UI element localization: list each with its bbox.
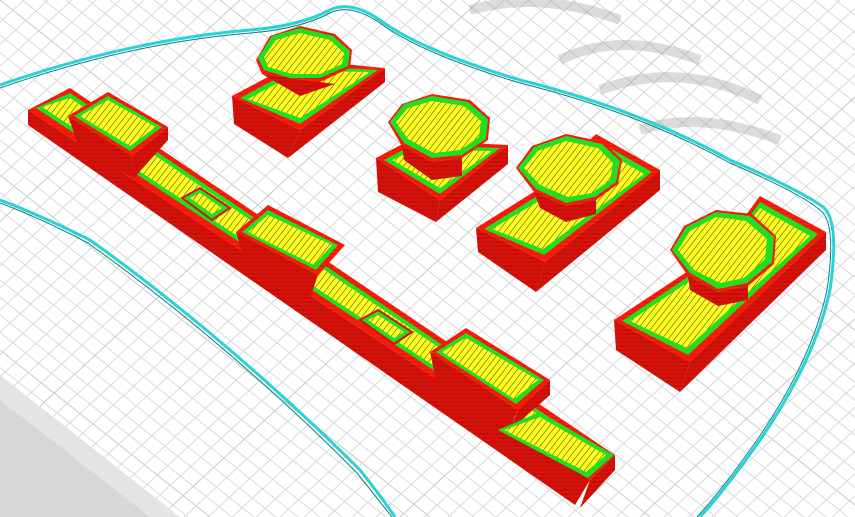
3d-viewport[interactable] xyxy=(0,0,855,517)
layer-view-canvas[interactable] xyxy=(0,0,855,517)
